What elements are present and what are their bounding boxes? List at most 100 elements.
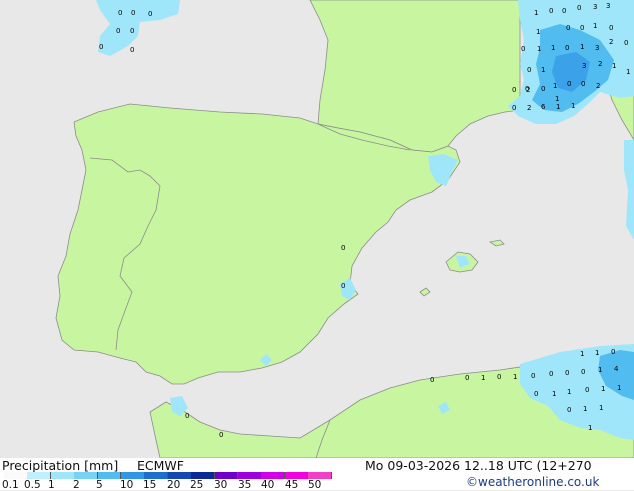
precip-value-label: 1 [595,349,599,357]
precip-value-label: 6 [541,103,546,111]
precip-value-label: 0 [512,86,516,94]
precip-value-label: 0 [580,24,584,32]
precip-value-label: 1 [617,384,621,392]
precip-value-label: 0 [148,10,152,18]
precip-value-label: 1 [555,95,559,103]
precip-value-label: 0 [118,9,122,17]
color-scale-tick-label: 20 [167,479,181,491]
precip-value-label: 3 [606,2,610,10]
precip-value-label: 0 [185,412,189,420]
precip-value-label: 0 [497,373,501,381]
color-scale-segment [50,472,75,479]
precip-value-label: 1 [551,44,555,52]
precip-value-label: 0 [130,46,134,54]
precip-value-label: 0 [581,80,585,88]
precip-value-label: 2 [596,82,600,90]
precip-value-label: 0 [527,66,531,74]
color-scale-segment [97,472,122,479]
precip-value-label: 3 [595,44,599,52]
color-scale-tick-label: 45 [285,479,299,491]
color-scale-segment [261,472,286,479]
precip-value-label: 0 [341,282,345,290]
color-scale-segment [27,472,52,479]
legend-title: Precipitation [mm] [2,458,119,473]
precip-value-label: 1 [599,404,603,412]
forecast-datetime: Mo 09-03-2026 12..18 UTC (12+270 [365,458,592,473]
color-scale-tick-label: 2 [73,479,80,491]
map-canvas: 0 0 00 00 01 0 0 0 3 31 0 0 1 02 00 1 1 0 1 30 1 3 2 111 0 0 200 2 0… [0,0,634,459]
precip-value-label: 1 [541,66,545,74]
precip-value-label: 1 [481,374,485,382]
precip-value-label: 4 [614,365,619,373]
precip-value-label: 0 [130,27,134,35]
color-scale-segment [121,472,145,479]
precip-value-label: 0 [562,7,566,15]
color-scale-segment [238,472,262,479]
precip-value-label: 0 [541,85,545,93]
precip-value-label: 0 [585,386,589,394]
precip-value-label: 0 [549,7,553,15]
color-scale-segment [308,472,333,479]
color-scale-tick-label: 30 [214,479,228,491]
color-scale-segment [144,472,169,479]
legend-footer: Precipitation [mm] ECMWF Mo 09-03-2026 1… [0,458,634,491]
color-scale-tick-label: 10 [120,479,134,491]
precip-value-label: 1 [534,9,538,17]
precip-value-label: 0 [219,431,223,439]
precip-value-label: 0 [465,374,469,382]
color-scale-tick-label: 1 [48,479,55,491]
color-scale-segment [284,472,309,479]
precip-value-label: 0 [567,406,571,414]
color-scale-tick-label: 40 [261,479,275,491]
precip-value-label: 0 [512,104,516,112]
precip-value-label: 0 [531,372,535,380]
precip-value-label: 1 [580,350,584,358]
precip-value-label: 1 [588,424,592,432]
precip-value-label: 0 [567,80,571,88]
precip-value-label: 0 [116,27,120,35]
color-scale-tick-label: 5 [96,479,103,491]
precip-value-label: 0 [566,24,570,32]
precip-value-label: 1 [626,68,630,76]
precip-value-label: 0 [131,9,135,17]
precip-value-label: 0 [99,43,103,51]
color-scale-tick-label: 0.1 [2,479,19,491]
precip-value-label: 3 [593,3,597,11]
precip-value-label: 0 [430,376,434,384]
precip-value-label: 1 [552,390,556,398]
precip-value-label: 0 [534,390,538,398]
color-scale-tick-label: 25 [190,479,204,491]
color-scale-tick-label: 50 [308,479,322,491]
precip-value-label: 0 [549,370,553,378]
precipitation-map: 0000000100033100102001101301321110020020… [0,0,634,459]
precip-value-label: 0 [581,368,585,376]
precip-value-label: 1 [601,385,605,393]
precip-value-label: 0 [521,45,525,53]
color-scale-segment [74,472,99,479]
precip-value-label: 1 [553,82,557,90]
precip-value-label: 2 [609,38,613,46]
precip-value-label: 2 [527,104,531,112]
precip-value-label: 1 [537,45,541,53]
color-scale-bar [4,472,333,479]
precip-value-label: 3 [582,62,586,70]
color-scale-segment [191,472,216,479]
precip-value-label: 1 [571,102,575,110]
precip-value-label: 0 [624,39,628,47]
color-scale-segment [167,472,192,479]
precip-value-label: 1 [612,62,616,70]
precip-value-label: 1 [536,28,540,36]
precip-value-label: 0 [565,44,569,52]
color-scale-segment [214,472,239,479]
color-scale-tick-label: 15 [143,479,157,491]
credit-link[interactable]: ©weatheronline.co.uk [466,475,599,489]
color-scale-segment [4,472,28,479]
precip-value-label: 2 [526,86,530,94]
precip-value-label: 1 [556,103,560,111]
precip-value-label: 1 [580,43,584,51]
precip-value-label: 1 [583,405,587,413]
precip-value-label: 0 [577,4,581,12]
precip-value-label: 0 [609,24,613,32]
precip-value-label: 1 [598,366,602,374]
precip-value-label: 1 [567,388,571,396]
